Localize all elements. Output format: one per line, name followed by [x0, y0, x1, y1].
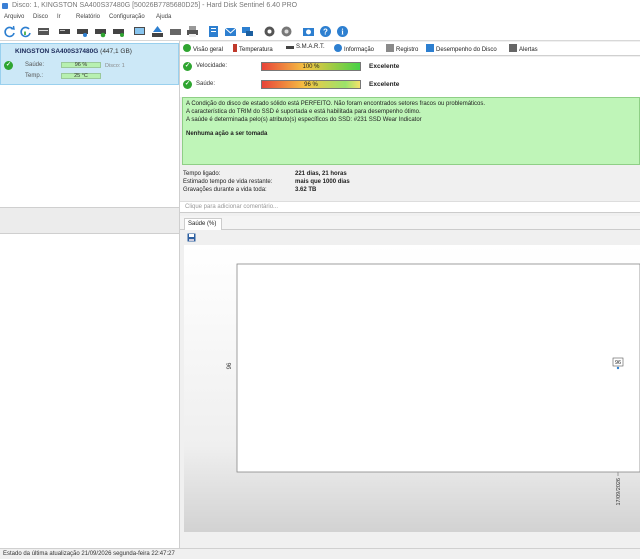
- menu-ir[interactable]: Ir: [57, 14, 61, 20]
- health-label: Saúde:: [25, 62, 45, 68]
- tab-overview[interactable]: Visão geral: [183, 44, 223, 55]
- tab-bar: Visão geral Temperatura S.M.A.R.T. Infor…: [180, 42, 640, 56]
- status-bar-text: Estado da última atualização 21/09/2026 …: [3, 551, 175, 557]
- notes-icon[interactable]: [207, 25, 220, 38]
- remaining-life-value: mais que 1000 dias: [295, 179, 350, 185]
- performance-label: Velocidade:: [196, 63, 228, 69]
- info-line: A saúde é determinada pelo(s) atributo(s…: [186, 117, 422, 123]
- y-tick-label: 96: [227, 362, 233, 369]
- comment-placeholder: Clique para adicionar comentário...: [185, 204, 279, 210]
- info-line: A característica do TRIM do SSD é suport…: [186, 109, 421, 115]
- disk-green-icon[interactable]: [112, 25, 125, 38]
- disk-icon[interactable]: [37, 25, 50, 38]
- title-bar: Disco: 1, KINGSTON SA400S37480G [50026B7…: [0, 0, 640, 12]
- info-icon: [334, 44, 342, 52]
- disk-gray-icon[interactable]: [58, 25, 71, 38]
- tab-health-chart[interactable]: Saúde (%): [184, 218, 222, 230]
- camera-icon[interactable]: [302, 25, 315, 38]
- tab-information[interactable]: Informação: [334, 44, 374, 55]
- disk-check-icon[interactable]: [94, 25, 107, 38]
- svg-text:?: ?: [323, 28, 328, 37]
- lifetime-writes-value: 3.62 TB: [295, 187, 317, 193]
- tab-alerts[interactable]: Alertas: [509, 44, 538, 55]
- tab-log[interactable]: Registro: [386, 44, 418, 55]
- status-summary: ✓ Velocidade: 100 % Excelente ✓ Saúde: 9…: [180, 57, 640, 97]
- disk-list-panel: KINGSTON SA400S37480G (447,1 GB) ✓ Saúde…: [0, 41, 180, 548]
- comment-field[interactable]: Clique para adicionar comentário...: [180, 201, 640, 213]
- disk-list-item[interactable]: KINGSTON SA400S37480G (447,1 GB) ✓ Saúde…: [0, 43, 179, 85]
- help-icon[interactable]: ?: [319, 25, 332, 38]
- menu-arquivo[interactable]: Arquivo: [4, 14, 24, 20]
- recommended-action: Nenhuma ação a ser tomada: [186, 131, 268, 137]
- info-icon[interactable]: i: [336, 25, 349, 38]
- toolbar: ? i: [0, 23, 640, 41]
- messages-icon[interactable]: [241, 25, 254, 38]
- data-point-label: 96: [615, 360, 621, 366]
- menu-disco[interactable]: Disco: [33, 14, 48, 20]
- performance-rating: Excelente: [369, 63, 400, 70]
- refresh-icon[interactable]: [3, 25, 16, 38]
- disk-gray-icon[interactable]: [76, 25, 89, 38]
- disk-stats: Tempo ligado: 221 dias, 21 horas Estimado…: [183, 171, 483, 195]
- chart-tab-bar: Saúde (%): [180, 216, 640, 230]
- health-bar: 96 %: [261, 80, 361, 89]
- settings-icon[interactable]: [263, 25, 276, 38]
- monitor-icon[interactable]: [133, 25, 146, 38]
- health-label: Saúde:: [196, 81, 216, 87]
- status-description: A Condição do disco de estado sólido est…: [182, 97, 640, 165]
- health-ok-icon: ✓: [183, 80, 192, 89]
- health-bar: 96 %: [61, 62, 101, 68]
- power-on-label: Tempo ligado:: [183, 171, 221, 177]
- tab-disk-performance[interactable]: Desempenho do Disco: [426, 44, 497, 55]
- printer-icon[interactable]: [186, 25, 199, 38]
- performance-icon: [426, 44, 434, 52]
- menu-relatorio[interactable]: Relatório: [76, 14, 100, 20]
- lifetime-writes-label: Gravações durante a vida toda:: [183, 187, 267, 193]
- tab-temperature[interactable]: Temperatura: [233, 44, 273, 55]
- tab-smart[interactable]: S.M.A.R.T.: [286, 44, 325, 55]
- health-chart: 96 17/09/2026 96: [184, 245, 640, 532]
- performance-ok-icon: ✓: [183, 62, 192, 71]
- temperature-label: Temp.:: [25, 73, 44, 79]
- refresh-all-icon[interactable]: [19, 25, 32, 38]
- health-rating: Excelente: [369, 81, 400, 88]
- disk-up-icon[interactable]: [151, 25, 164, 38]
- alert-icon: [509, 44, 517, 52]
- chart-svg: 96 17/09/2026 96: [227, 263, 640, 506]
- disk-icon: [286, 46, 294, 49]
- save-icon[interactable]: [187, 233, 196, 242]
- thermometer-icon: [233, 44, 237, 52]
- panel-splitter[interactable]: [0, 207, 179, 234]
- info-line: A Condição do disco de estado sólido est…: [186, 101, 486, 107]
- menu-configuracao[interactable]: Configuração: [109, 14, 145, 20]
- x-tick-label: 17/09/2026: [616, 478, 622, 506]
- window-title: Disco: 1, KINGSTON SA400S37480G [50026B7…: [12, 2, 298, 9]
- performance-bar: 100 %: [261, 62, 361, 71]
- disk-gray-icon[interactable]: [169, 25, 182, 38]
- settings-gear-icon[interactable]: [280, 25, 293, 38]
- plot-area: [236, 263, 640, 473]
- data-point: [616, 366, 620, 370]
- disk-name: KINGSTON SA400S37480G (447,1 GB): [15, 48, 132, 55]
- power-on-value: 221 dias, 21 horas: [295, 171, 347, 177]
- remaining-life-label: Estimado tempo de vida restante:: [183, 179, 273, 185]
- status-bar: Estado da última atualização 21/09/2026 …: [0, 548, 640, 559]
- menu-bar: Arquivo Disco Ir Relatório Configuração …: [0, 12, 640, 23]
- log-icon: [386, 44, 394, 52]
- disk-number: Disco: 1: [105, 63, 125, 69]
- app-icon: [2, 3, 8, 9]
- check-icon: [183, 44, 191, 52]
- temperature-bar: 25 °C: [61, 73, 101, 79]
- menu-ajuda[interactable]: Ajuda: [156, 14, 171, 20]
- health-ok-icon: ✓: [4, 61, 13, 70]
- mail-icon[interactable]: [224, 25, 237, 38]
